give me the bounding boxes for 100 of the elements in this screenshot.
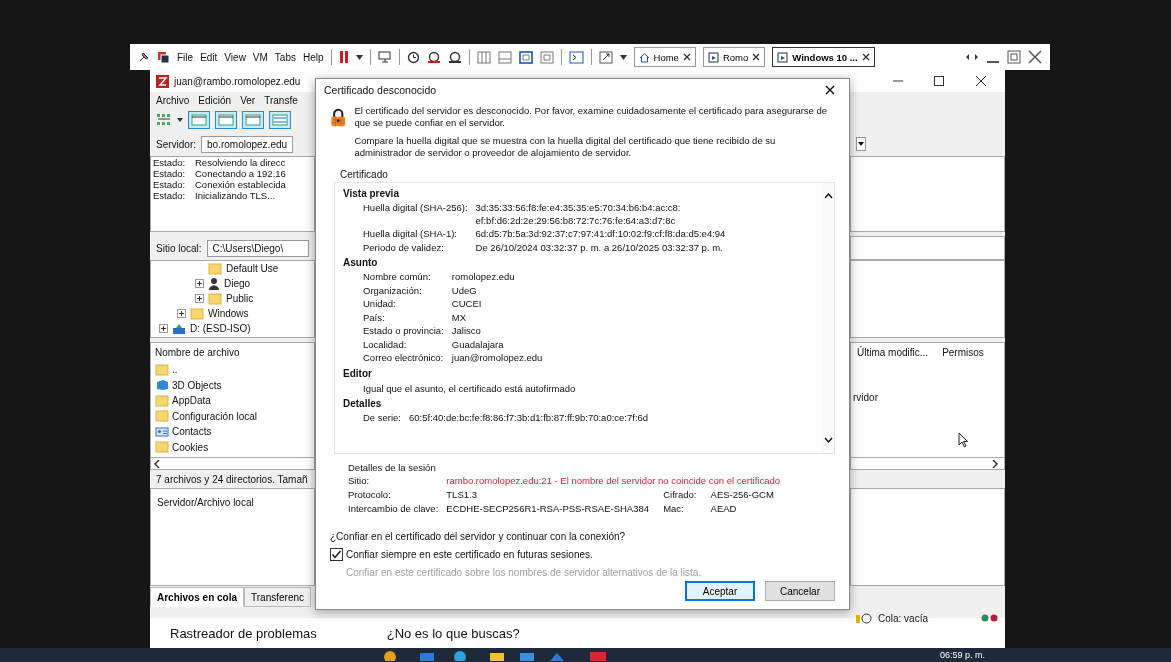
column-header[interactable]: Permisos [942,347,984,358]
remote-site-field[interactable] [850,236,1005,260]
menu-item[interactable]: Tabs [274,51,296,63]
file-cell: rvidor [853,392,878,403]
scroll-left-icon[interactable] [154,459,160,468]
field-label: Periodo de validez: [363,241,445,254]
field-value: juan@romolopez.edu [451,352,544,365]
expander-icon[interactable] [177,309,186,318]
field-label: Estado o provincia: [363,325,444,338]
menu-item[interactable]: File [177,51,194,63]
home-icon [638,51,650,63]
menu-item[interactable]: Edición [198,94,232,106]
expander-icon[interactable] [195,279,204,288]
caret-icon[interactable] [177,118,183,122]
cube-icon [155,379,169,392]
monitor-icon[interactable] [377,50,392,64]
file-name[interactable]: AppData [172,395,211,407]
vm-tab[interactable]: Romo [702,47,766,67]
vm-icon[interactable] [157,50,170,64]
close-icon[interactable] [861,53,870,61]
panel-toggle-icon[interactable] [269,111,291,129]
caret-icon[interactable] [355,54,363,60]
scroll-right-icon[interactable] [992,459,998,468]
pause-icon[interactable] [338,50,349,64]
file-name[interactable]: Cookies [172,441,209,453]
file-name[interactable]: .. [172,364,178,376]
maximize-icon[interactable] [934,76,945,86]
server-field[interactable]: bo.romolopez.edu [201,135,294,153]
menu-item[interactable]: Ver [240,94,256,106]
field-label: Nombre común: [363,271,432,284]
section-heading: Vista previa [343,188,400,199]
tree-item[interactable]: Diego [224,278,251,289]
clock-text: 06:59 p. m. [940,650,986,660]
folder-icon [155,410,169,423]
terminal-icon[interactable] [568,50,584,64]
close-icon[interactable] [682,53,691,61]
site-manager-icon[interactable] [156,113,172,127]
tree-item[interactable]: Public [226,293,254,304]
contact-card-icon [155,425,169,438]
log-label: Estado: [153,179,187,190]
column-header[interactable]: Última modific... [857,347,929,358]
field-label: Organización: [363,284,423,297]
field-value: TLS1.3 [446,489,478,501]
restore-icon[interactable] [1007,50,1021,64]
app-logo-icon [156,74,169,88]
field-value: 60:5f:40:de:bc:fe:f8:86:f7:3b:d1:fb:87:ff:9b:70:a0:ce:7f:6d [409,411,650,424]
vm-icon [777,51,789,63]
layout-icon[interactable] [497,50,512,64]
field-label: Correo electrónico: [363,352,444,365]
tree-item[interactable]: Default Use [226,263,279,274]
checkbox[interactable] [330,548,343,561]
page-link[interactable]: ¿No es lo que buscas? [386,625,520,641]
panel-toggle-icon[interactable] [242,111,264,129]
scrollbar[interactable] [822,183,834,453]
close-icon[interactable] [752,53,761,61]
expander-icon[interactable] [195,294,204,303]
manager-icon[interactable] [447,50,462,64]
field-value: Jalisco [451,325,482,338]
vm-tab[interactable]: Windows 10 ... [772,47,875,67]
vm-tab[interactable]: Home [633,47,696,67]
queue-tab[interactable]: Archivos en cola [150,587,245,607]
resize-icon[interactable] [598,50,613,64]
clock-icon[interactable] [406,50,420,64]
menu-item[interactable]: Archivo [156,94,190,106]
pin-icon[interactable] [138,51,150,63]
scroll-down-icon[interactable] [823,437,833,443]
layout-icon[interactable] [476,50,491,64]
queue-tab[interactable]: Transferenc [244,587,311,607]
field-value: AEAD [710,503,738,515]
close-icon[interactable] [825,85,835,95]
menu-item[interactable]: VM [252,51,268,63]
checkbox-label[interactable]: Confiar siempre en este certificado en futuras sesiones. [346,549,593,560]
group-label: Certificado [340,169,389,180]
layout-icon[interactable] [518,50,533,64]
menu-item[interactable]: View [224,51,246,63]
layout-icon[interactable] [539,50,554,64]
panel-toggle-icon[interactable] [215,111,237,129]
scroll-up-icon[interactable] [823,193,833,199]
file-name[interactable]: 3D Objects [172,379,222,391]
field-label: Cifrado: [663,489,698,501]
dialog-button[interactable]: Aceptar [685,581,755,601]
file-name[interactable]: Contacts [172,426,212,438]
scroll-arrows-icon[interactable] [965,53,979,61]
section-heading: Detalles [343,397,383,409]
close-icon[interactable] [975,76,986,86]
file-name[interactable]: Configuración local [172,410,258,422]
panel-toggle-icon[interactable] [188,111,210,129]
dialog-button[interactable]: Cancelar [765,581,835,601]
field-label: Sitio local: [156,242,202,254]
tree-item[interactable]: Windows [208,308,249,319]
caret-icon[interactable] [619,54,627,60]
expander-icon[interactable] [159,324,168,333]
close-icon[interactable] [1028,50,1042,64]
menu-item[interactable]: Transfe [264,94,298,106]
menu-item[interactable]: Help [303,51,324,63]
tree-item[interactable]: D: (ESD-ISO) [190,323,251,334]
revert-icon[interactable] [426,50,441,64]
menu-item[interactable]: Edit [200,51,218,63]
column-header[interactable]: Servidor/Archivo local [157,497,254,508]
local-site-field[interactable]: C:\Users\Diego\ [206,239,309,257]
